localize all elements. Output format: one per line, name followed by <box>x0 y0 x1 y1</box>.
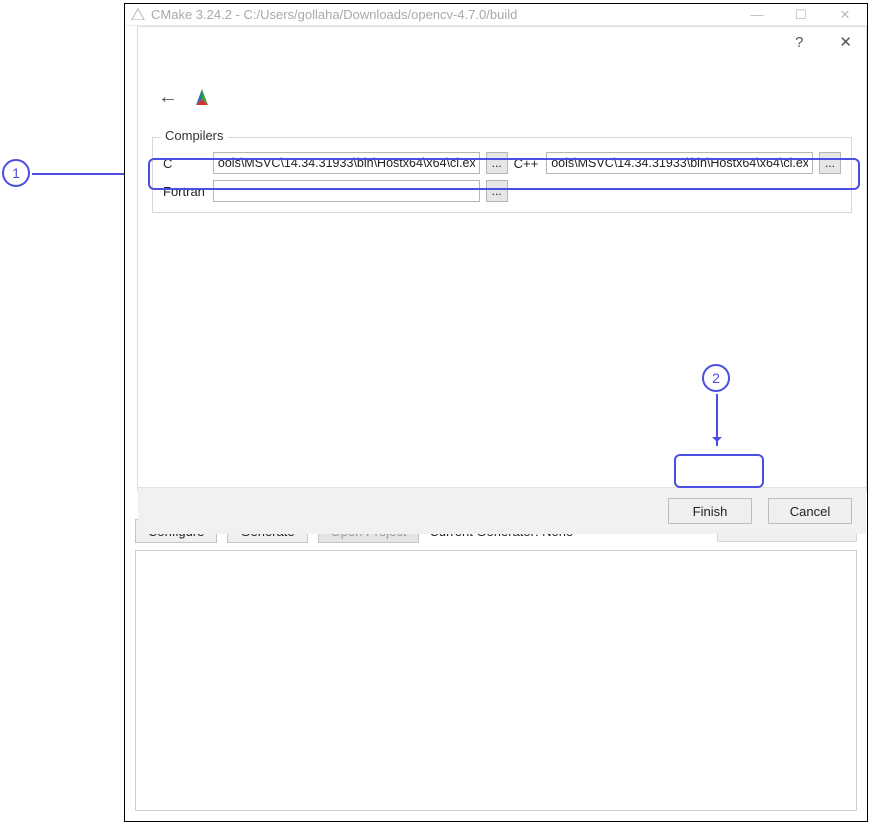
minimize-button[interactable]: — <box>735 7 779 22</box>
back-arrow-icon[interactable]: ← <box>158 87 178 107</box>
main-window: CMake 3.24.2 - C:/Users/gollaha/Download… <box>124 3 868 822</box>
callout-1: 1 <box>2 159 30 187</box>
wizard-dialog: ? ✕ ← Compilers <box>137 26 867 492</box>
dialog-body: ← Compilers C ... <box>138 57 866 487</box>
dialog-nav: ← <box>152 87 852 107</box>
finish-button[interactable]: Finish <box>668 498 752 524</box>
cpp-compiler-input[interactable] <box>546 152 813 174</box>
help-icon[interactable]: ? <box>795 34 803 51</box>
titlebar: CMake 3.24.2 - C:/Users/gollaha/Download… <box>125 4 867 26</box>
c-label: C <box>163 156 207 171</box>
cancel-button[interactable]: Cancel <box>768 498 852 524</box>
dialog-header: ? ✕ <box>138 27 866 57</box>
output-pane[interactable] <box>135 550 857 811</box>
cpp-label: C++ <box>514 156 541 171</box>
callout-1-text: 1 <box>12 165 20 181</box>
maximize-button[interactable]: ☐ <box>779 7 823 23</box>
close-button[interactable]: ✕ <box>823 7 867 23</box>
cmake-logo-icon <box>192 88 212 106</box>
fortran-browse-button[interactable]: ... <box>486 180 508 202</box>
cpp-browse-button[interactable]: ... <box>819 152 841 174</box>
window-title: CMake 3.24.2 - C:/Users/gollaha/Download… <box>151 7 735 22</box>
compilers-group: Compilers C ... C++ ... Fortran ... <box>152 137 852 213</box>
fortran-label: Fortran <box>163 184 207 199</box>
dialog-close-icon[interactable]: ✕ <box>839 33 852 51</box>
cmake-icon <box>131 8 145 22</box>
compilers-legend: Compilers <box>161 128 228 143</box>
dialog-footer: Finish Cancel <box>138 487 866 534</box>
c-browse-button[interactable]: ... <box>486 152 508 174</box>
fortran-compiler-input[interactable] <box>213 180 480 202</box>
c-compiler-input[interactable] <box>213 152 480 174</box>
